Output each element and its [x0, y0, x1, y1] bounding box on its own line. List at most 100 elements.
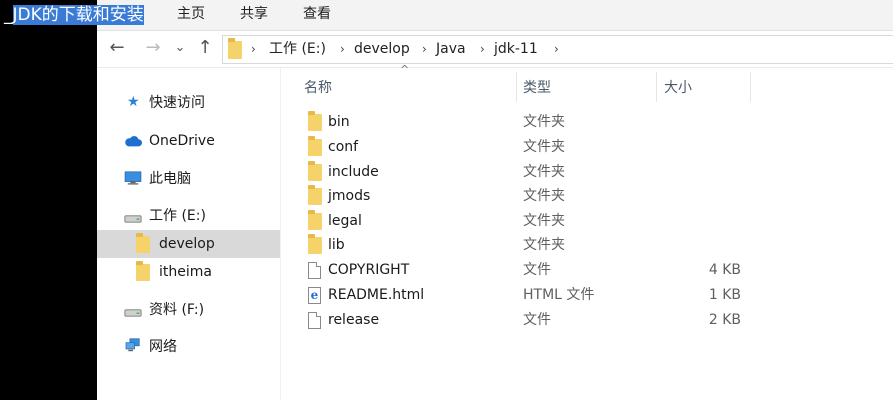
file-name: legal	[328, 213, 362, 229]
file-size: 2 KB	[708, 312, 741, 328]
drive-icon	[124, 215, 142, 223]
cloud-icon	[125, 136, 142, 147]
breadcrumb-drive-e[interactable]: 工作 (E:)	[269, 36, 326, 63]
recent-locations-button[interactable]: ⌄	[171, 36, 189, 60]
folder-icon	[228, 38, 242, 59]
file-size	[680, 160, 741, 184]
file-row-conf[interactable]: conf 文件夹	[300, 135, 760, 159]
file-icon	[308, 262, 321, 279]
html-file-icon: e	[308, 287, 321, 304]
column-divider[interactable]	[516, 72, 517, 102]
drive-icon	[124, 309, 142, 317]
file-row-include[interactable]: include 文件夹	[300, 160, 760, 184]
file-icon	[308, 312, 321, 329]
breadcrumb-jdk-11[interactable]: jdk-11	[494, 36, 538, 63]
nav-item-label: develop	[159, 236, 215, 252]
nav-item-drive-e[interactable]: 工作 (E:)	[97, 202, 280, 230]
file-size	[680, 135, 741, 159]
file-row-copyright[interactable]: COPYRIGHT 文件 4 KB	[300, 258, 760, 282]
file-row-jmods[interactable]: jmods 文件夹	[300, 184, 760, 208]
nav-item-network[interactable]: 网络	[97, 333, 280, 361]
column-divider[interactable]	[656, 72, 657, 102]
folder-icon	[136, 233, 150, 253]
file-size	[680, 110, 741, 134]
file-name: include	[328, 164, 379, 180]
nav-item-label: 快速访问	[149, 95, 205, 111]
nav-item-drive-f[interactable]: 资料 (F:)	[97, 296, 280, 324]
nav-item-label: 此电脑	[149, 171, 191, 187]
file-type: 文件夹	[523, 164, 565, 180]
chevron-right-icon[interactable]: ›	[554, 36, 559, 63]
nav-item-label: 工作 (E:)	[149, 208, 206, 224]
file-row-legal[interactable]: legal 文件夹	[300, 209, 760, 233]
chevron-right-icon[interactable]: ›	[480, 36, 485, 63]
folder-icon	[308, 111, 322, 131]
network-icon	[125, 338, 140, 352]
video-left-bar	[0, 0, 97, 400]
folder-icon	[308, 161, 322, 181]
ribbon-tabs: 主页 共享 查看	[97, 0, 893, 31]
column-header-name[interactable]: 名称	[304, 70, 514, 100]
file-name: COPYRIGHT	[328, 262, 410, 278]
back-button[interactable]: ←	[105, 36, 129, 60]
file-name: release	[328, 312, 380, 328]
chevron-right-icon[interactable]: ›	[340, 36, 345, 63]
file-type: HTML 文件	[523, 287, 595, 303]
file-type: 文件	[523, 312, 551, 328]
folder-icon	[308, 185, 322, 205]
chevron-right-icon[interactable]: ›	[422, 36, 427, 63]
file-name: conf	[328, 139, 359, 155]
column-header-size[interactable]: 大小	[664, 70, 748, 100]
nav-item-quick-access[interactable]: ★ 快速访问	[97, 89, 280, 117]
breadcrumb-develop[interactable]: develop	[354, 36, 410, 63]
nav-item-onedrive[interactable]: OneDrive	[97, 127, 280, 155]
file-name: jmods	[328, 188, 371, 204]
nav-item-develop[interactable]: develop	[97, 230, 280, 258]
file-type: 文件夹	[523, 114, 565, 130]
file-row-lib[interactable]: lib 文件夹	[300, 233, 760, 257]
forward-button[interactable]: →	[141, 36, 165, 60]
file-size	[680, 184, 741, 208]
file-type: 文件夹	[523, 237, 565, 253]
nav-item-label: 资料 (F:)	[149, 302, 205, 318]
file-size: 1 KB	[708, 287, 741, 303]
overlay-title: _JDK的下载和安装	[0, 0, 164, 30]
file-size	[680, 209, 741, 233]
file-size: 4 KB	[708, 262, 741, 278]
folder-icon	[136, 261, 150, 281]
nav-item-itheima[interactable]: itheima	[97, 258, 280, 286]
tab-share[interactable]: 共享	[240, 0, 268, 30]
tab-view[interactable]: 查看	[303, 0, 331, 30]
file-type: 文件夹	[523, 213, 565, 229]
file-name: bin	[328, 114, 350, 130]
chevron-right-icon[interactable]: ›	[251, 36, 256, 63]
file-row-readme[interactable]: e README.html HTML 文件 1 KB	[300, 283, 760, 307]
tab-home[interactable]: 主页	[177, 0, 205, 30]
address-bar[interactable]: › 工作 (E:) › develop › Java › jdk-11 ›	[222, 35, 893, 64]
folder-icon	[308, 234, 322, 254]
breadcrumb-java[interactable]: Java	[436, 36, 466, 63]
up-button[interactable]: ↑	[193, 36, 217, 60]
column-header-type[interactable]: 类型	[523, 70, 653, 100]
file-type: 文件夹	[523, 188, 565, 204]
overlay-title-prefix: _	[4, 5, 13, 25]
nav-item-label: OneDrive	[149, 133, 215, 149]
file-row-bin[interactable]: bin 文件夹	[300, 110, 760, 134]
nav-item-label: 网络	[149, 339, 177, 355]
file-row-release[interactable]: release 文件 2 KB	[300, 308, 760, 332]
folder-icon	[308, 210, 322, 230]
file-type: 文件	[523, 262, 551, 278]
nav-item-label: itheima	[159, 264, 212, 280]
overlay-title-text: JDK的下载和安装	[12, 5, 144, 25]
file-size	[680, 233, 741, 257]
navigation-pane: ★ 快速访问 OneDrive 此电脑 工作 (E:) develop ithe…	[97, 68, 281, 400]
column-divider[interactable]	[750, 72, 751, 102]
navigation-bar: ← → ⌄ ↑ › 工作 (E:) › develop › Java › jdk…	[97, 31, 893, 68]
folder-icon	[308, 136, 322, 156]
file-type: 文件夹	[523, 139, 565, 155]
computer-icon	[124, 171, 142, 185]
star-icon: ★	[127, 94, 140, 110]
file-name: README.html	[328, 287, 425, 303]
file-name: lib	[328, 237, 345, 253]
nav-item-this-pc[interactable]: 此电脑	[97, 165, 280, 193]
